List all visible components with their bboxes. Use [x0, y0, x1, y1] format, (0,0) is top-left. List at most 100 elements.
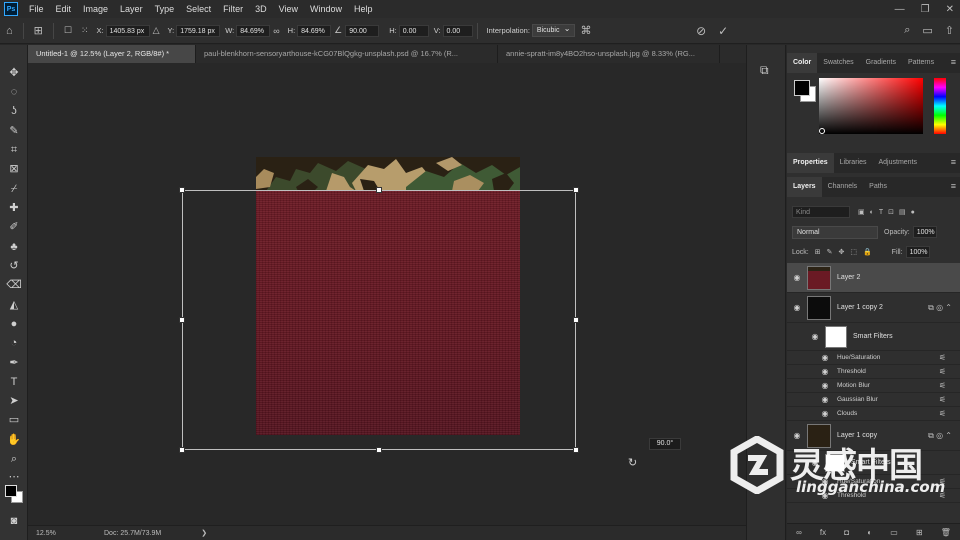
add-mask-icon[interactable]: ◘ — [844, 528, 849, 537]
tab-patterns[interactable]: Patterns — [902, 53, 940, 73]
lock-icons[interactable]: ⊞✎✥⬚🔒 — [815, 248, 878, 256]
reference-checkbox[interactable]: ☐ — [64, 25, 72, 36]
status-menu-arrow-icon[interactable]: ❯ — [201, 529, 207, 537]
workspace-icon[interactable]: ▭ — [922, 24, 932, 37]
tab-properties[interactable]: Properties — [787, 153, 834, 173]
frame-tool-icon[interactable]: ⊠ — [5, 161, 23, 177]
reference-grid-icon[interactable]: ⁙ — [81, 25, 89, 36]
panel-menu-icon[interactable]: ≡ — [951, 57, 956, 67]
eraser-tool-icon[interactable]: ⌫ — [5, 277, 23, 293]
filter-row-clouds[interactable]: ◉ Clouds ⚟ — [787, 407, 960, 421]
move-tool-icon[interactable]: ✥ — [5, 65, 23, 81]
transform-handle-right[interactable] — [573, 317, 579, 323]
delta-icon[interactable]: △ — [153, 25, 160, 36]
paint-bucket-tool-icon[interactable]: ◭ — [5, 297, 23, 313]
visibility-eye-icon[interactable]: ◉ — [815, 381, 835, 390]
visibility-eye-icon[interactable]: ◉ — [815, 367, 835, 376]
layer-filter-icons[interactable]: ▣◐T⊡▤● — [858, 208, 920, 216]
zoom-level[interactable]: 12.5% — [36, 530, 66, 537]
color-picker-marker[interactable] — [819, 128, 825, 134]
blend-mode-select[interactable]: Normal — [792, 225, 878, 239]
menu-3d[interactable]: 3D — [249, 0, 273, 18]
tab-untitled-1[interactable]: Untitled-1 @ 12.5% (Layer 2, RGB/8#) * — [28, 45, 196, 63]
canvas-area[interactable]: 90.0° ↻ — [28, 63, 746, 525]
opacity-input[interactable]: 100% — [912, 226, 937, 238]
close-icon[interactable]: ✕ — [946, 4, 954, 15]
tab-color[interactable]: Color — [787, 53, 818, 73]
hand-tool-icon[interactable]: ✋ — [5, 432, 23, 448]
dodge-tool-icon[interactable]: ◔ — [5, 335, 23, 351]
reference-point-icon[interactable]: ⊞ — [34, 24, 43, 37]
tab-libraries[interactable]: Libraries — [834, 153, 873, 173]
rectangle-tool-icon[interactable]: ▭ — [5, 412, 23, 428]
history-panel-icon[interactable]: ⧉ — [760, 63, 769, 78]
menu-edit[interactable]: Edit — [50, 0, 78, 18]
cancel-transform-icon[interactable]: ⊘ — [696, 24, 706, 38]
layer-kind-filter[interactable]: Kind — [792, 206, 850, 218]
transform-handle-top-right[interactable] — [573, 187, 579, 193]
visibility-eye-icon[interactable]: ◉ — [815, 395, 835, 404]
commit-transform-icon[interactable]: ✓ — [718, 24, 728, 38]
tab-channels[interactable]: Channels — [822, 177, 864, 197]
panel-menu-icon[interactable]: ≡ — [951, 181, 956, 191]
transform-handle-bottom-right[interactable] — [573, 447, 579, 453]
foreground-background-colors[interactable] — [5, 485, 25, 505]
path-selection-tool-icon[interactable]: ➤ — [5, 393, 23, 409]
history-brush-tool-icon[interactable]: ↺ — [5, 258, 23, 274]
blur-tool-icon[interactable]: ● — [5, 316, 23, 332]
panel-menu-icon[interactable]: ≡ — [951, 157, 956, 167]
tab-gradients[interactable]: Gradients — [860, 53, 902, 73]
menu-type[interactable]: Type — [149, 0, 181, 18]
transform-handle-bottom[interactable] — [376, 447, 382, 453]
blending-options-icon[interactable]: ⚟ — [939, 409, 946, 418]
h-input[interactable]: 84.69% — [297, 24, 332, 37]
share-icon[interactable]: ⇧ — [945, 24, 954, 37]
search-icon[interactable]: ⌕ — [904, 24, 910, 37]
visibility-eye-icon[interactable]: ◉ — [815, 353, 835, 362]
adjustment-layer-icon[interactable]: ◐ — [867, 528, 872, 537]
transform-handle-top[interactable] — [376, 187, 382, 193]
link-icon[interactable]: ∞ — [273, 26, 279, 36]
tab-paths[interactable]: Paths — [863, 177, 893, 197]
crop-tool-icon[interactable]: ⌗ — [5, 142, 23, 158]
filter-row-threshold[interactable]: ◉ Threshold ⚟ — [787, 365, 960, 379]
menu-window[interactable]: Window — [304, 0, 348, 18]
type-tool-icon[interactable]: T — [5, 374, 23, 390]
filter-row-hue-saturation[interactable]: ◉ Hue/Saturation ⚟ — [787, 351, 960, 365]
transform-handle-bottom-left[interactable] — [179, 447, 185, 453]
tab-annie-spratt[interactable]: annie-spratt-im8y4BO2hso-unsplash.jpg @ … — [498, 45, 720, 63]
menu-select[interactable]: Select — [180, 0, 217, 18]
edit-toolbar-icon[interactable]: ⋯ — [5, 469, 23, 485]
filter-row-gaussian-blur[interactable]: ◉ Gaussian Blur ⚟ — [787, 393, 960, 407]
tab-paul-blenkhorn[interactable]: paul-blenkhorn-sensoryarthouse-kCG07BlQg… — [196, 45, 498, 63]
x-input[interactable]: 1405.83 px — [105, 24, 150, 37]
quick-select-tool-icon[interactable]: ✎ — [5, 123, 23, 139]
visibility-eye-icon[interactable]: ◉ — [815, 409, 835, 418]
tab-layers[interactable]: Layers — [787, 177, 822, 197]
fill-input[interactable]: 100% — [905, 246, 930, 258]
smart-filters-row[interactable]: ◉ Smart Filters — [787, 323, 960, 351]
blending-options-icon[interactable]: ⚟ — [939, 367, 946, 376]
eyedropper-tool-icon[interactable]: ⌿ — [5, 181, 23, 197]
link-layers-icon[interactable]: ∞ — [796, 528, 802, 537]
angle-input[interactable]: 90.00 — [345, 24, 380, 37]
interpolation-select[interactable]: Bicubic — [531, 23, 575, 37]
hue-slider[interactable] — [934, 78, 946, 134]
y-input[interactable]: 1759.18 px — [176, 24, 221, 37]
h-skew-input[interactable]: 0.00 — [398, 24, 429, 37]
lasso-tool-icon[interactable]: ʖ — [5, 103, 23, 119]
foreground-color-swatch[interactable] — [5, 485, 17, 497]
layer-style-icon[interactable]: fx — [820, 528, 826, 537]
menu-filter[interactable]: Filter — [217, 0, 249, 18]
transform-handle-top-left[interactable] — [179, 187, 185, 193]
visibility-eye-icon[interactable]: ◉ — [787, 303, 807, 312]
free-transform-bounding-box[interactable] — [179, 187, 579, 453]
layer-row-layer-1-copy-2[interactable]: ◉ Layer 1 copy 2 ⧉ ◎ ⌃ — [787, 293, 960, 323]
menu-layer[interactable]: Layer — [114, 0, 149, 18]
menu-file[interactable]: File — [23, 0, 50, 18]
brush-tool-icon[interactable]: ✐ — [5, 219, 23, 235]
blending-options-icon[interactable]: ⚟ — [939, 395, 946, 404]
clone-stamp-tool-icon[interactable]: ♣ — [5, 239, 23, 255]
visibility-eye-icon[interactable]: ◉ — [787, 273, 807, 282]
pen-tool-icon[interactable]: ✒ — [5, 355, 23, 371]
